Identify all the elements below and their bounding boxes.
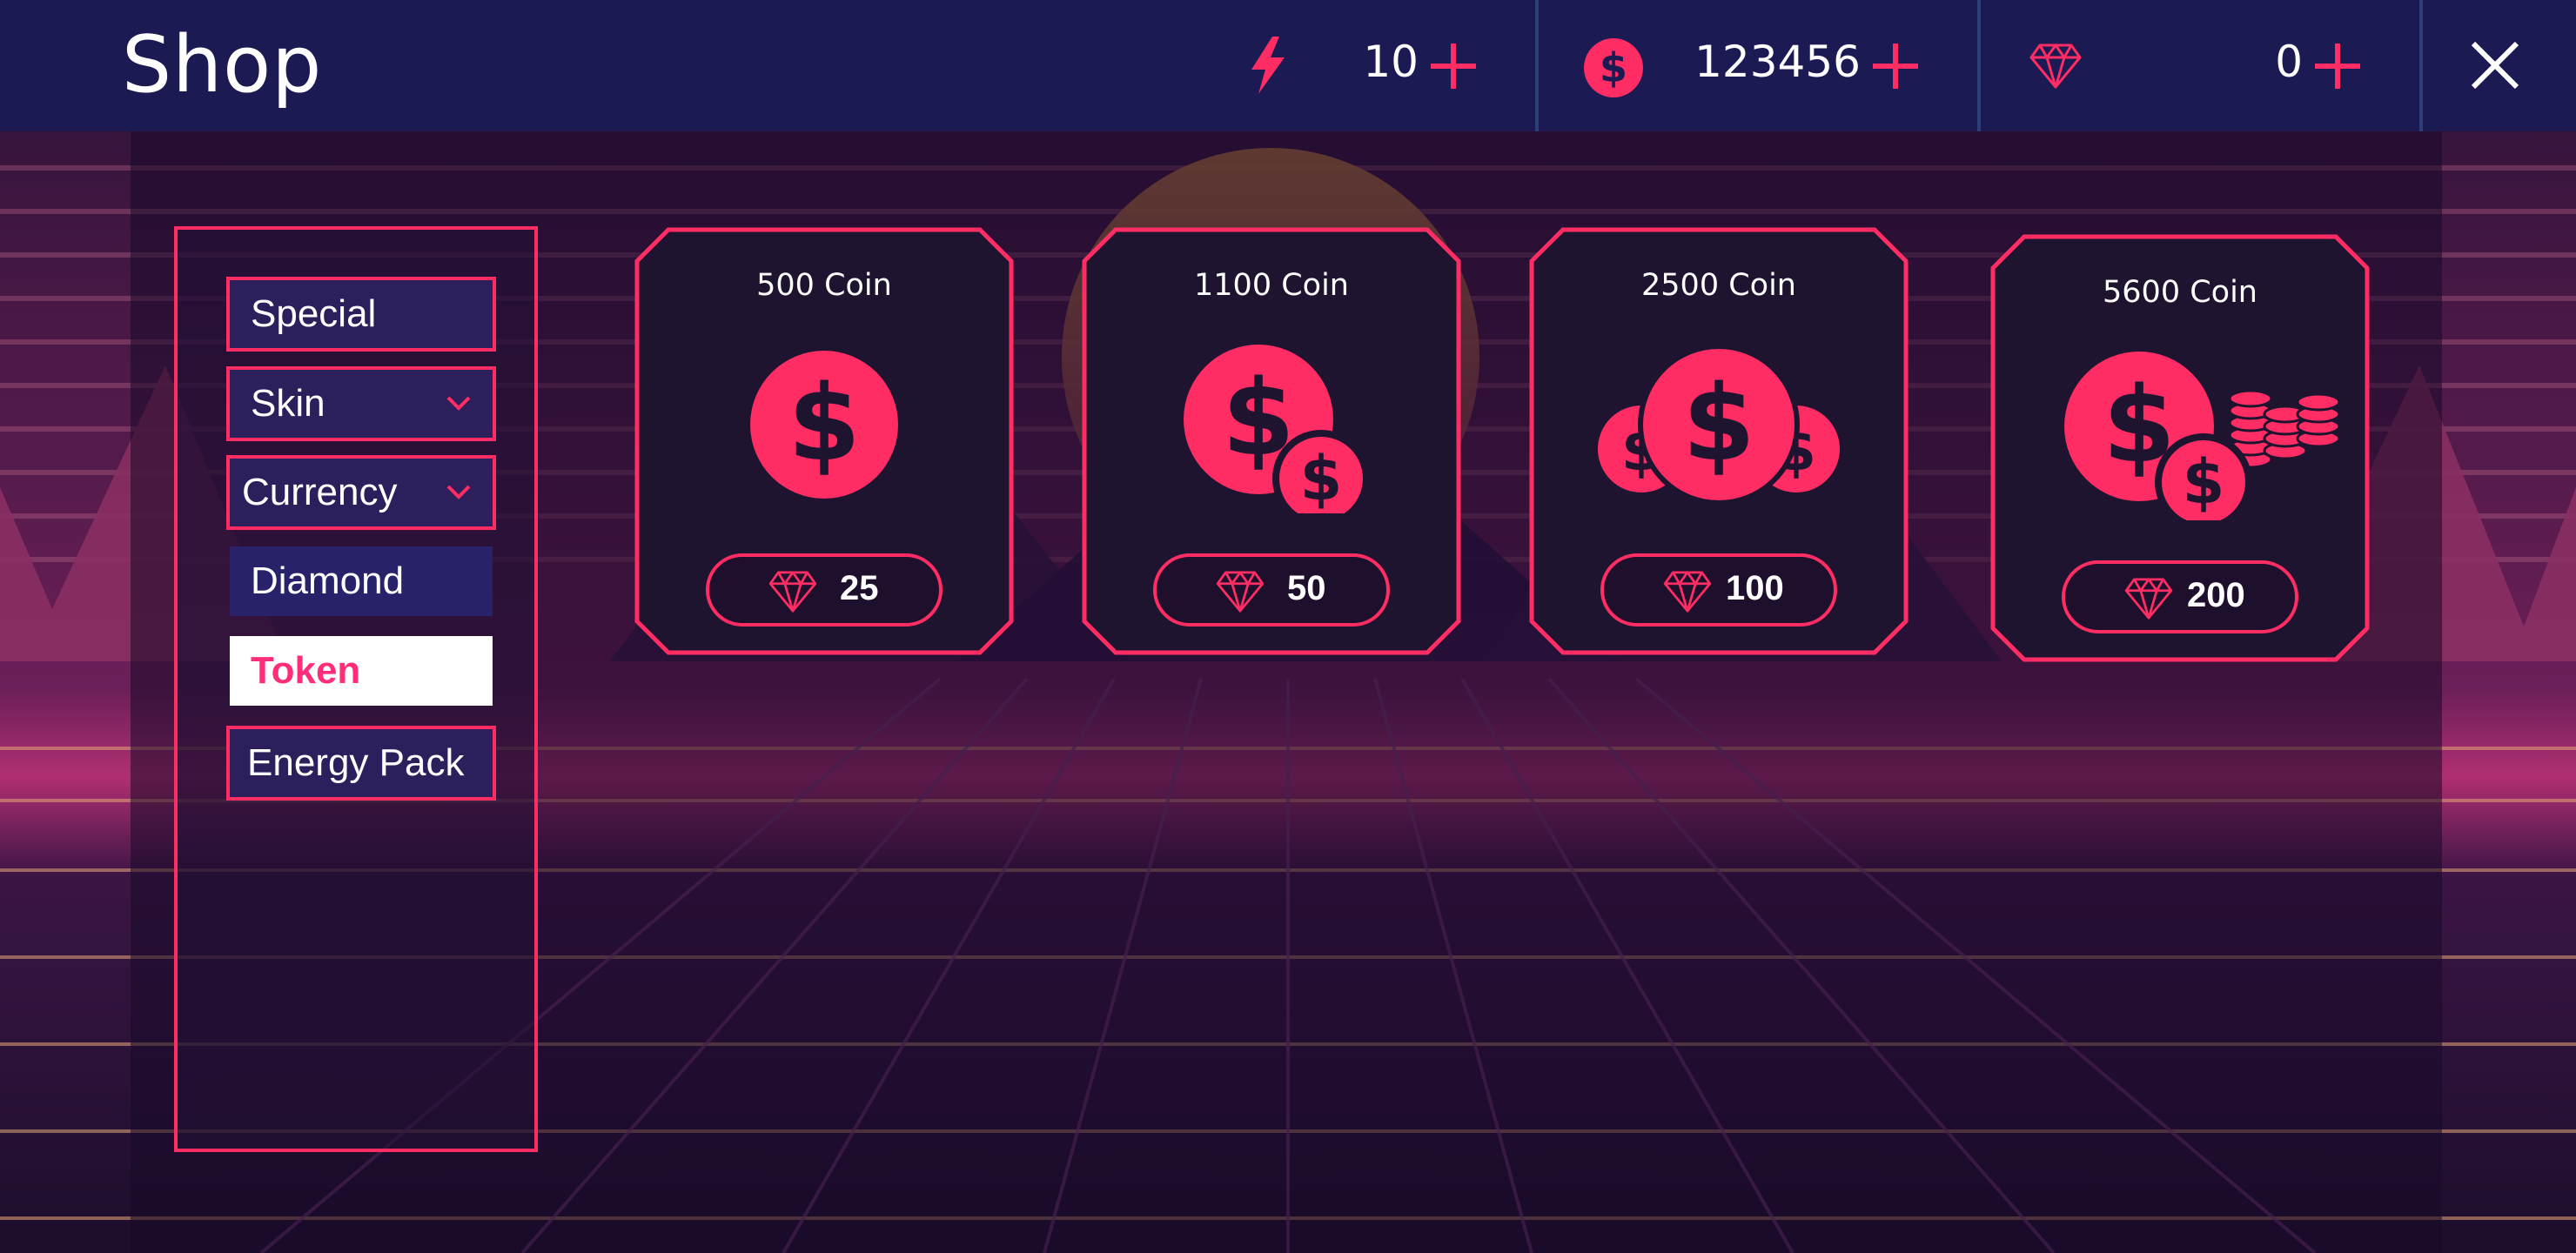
price-value: 50 — [1287, 569, 1326, 607]
price-button[interactable]: 100 — [1600, 553, 1837, 626]
product-card[interactable]: 5600 Coin $ $ 200 — [1989, 233, 2371, 663]
coin-icon: $ — [750, 351, 898, 499]
close-icon[interactable] — [2470, 40, 2520, 90]
subcategory-token[interactable]: Token — [230, 636, 493, 706]
energy-counter: 10 — [1236, 0, 1532, 131]
product-title: 5600 Coin — [2103, 275, 2257, 310]
diamond-icon — [1216, 571, 1265, 613]
price-value: 200 — [2187, 576, 2245, 614]
category-label: Special — [251, 292, 377, 335]
coins-counter: $ 123456 — [1539, 0, 1974, 131]
category-label: Token — [251, 649, 361, 692]
svg-text:$: $ — [2183, 446, 2225, 518]
category-label: Energy Pack — [247, 741, 465, 784]
diamond-icon — [2124, 578, 2173, 620]
add-coins-button[interactable] — [1871, 42, 1920, 90]
three-coins-icon: $ $ $ — [1598, 344, 1840, 506]
page-title: Shop — [122, 19, 323, 111]
add-diamonds-button[interactable] — [2313, 42, 2362, 90]
chevron-down-icon — [446, 396, 471, 411]
category-sidebar: Special Skin Currency Diamond Token Ener… — [174, 226, 538, 1152]
top-bar: Shop 10 $ 123456 0 — [0, 0, 2576, 131]
diamond-icon — [2029, 44, 2082, 89]
diamond-icon — [1663, 571, 1712, 613]
product-title: 1100 Coin — [1194, 268, 1349, 303]
category-label: Diamond — [251, 559, 405, 602]
energy-value: 10 — [1363, 37, 1419, 87]
product-title: 2500 Coin — [1641, 268, 1796, 303]
diamond-icon — [768, 571, 817, 613]
category-label: Currency — [242, 471, 398, 513]
price-value: 100 — [1726, 569, 1784, 607]
add-energy-button[interactable] — [1429, 42, 1478, 90]
product-card[interactable]: 2500 Coin $ $ $ 100 — [1528, 226, 1909, 656]
svg-text:$: $ — [1300, 443, 1343, 513]
diamonds-value: 0 — [2275, 37, 2303, 87]
coins-value: 123456 — [1694, 37, 1861, 87]
product-card[interactable]: 500 Coin $ 25 — [634, 226, 1015, 656]
category-skin[interactable]: Skin — [226, 366, 496, 441]
product-title: 500 Coin — [756, 268, 892, 303]
product-card[interactable]: 1100 Coin $ $ 50 — [1081, 226, 1462, 656]
svg-text:$: $ — [1682, 364, 1755, 485]
price-button[interactable]: 25 — [706, 553, 943, 626]
lightning-icon — [1251, 37, 1285, 94]
coin-icon: $ — [1584, 38, 1643, 97]
two-coins-icon: $ $ — [1184, 345, 1370, 513]
topbar-divider — [2419, 0, 2423, 131]
category-currency[interactable]: Currency — [226, 455, 496, 530]
category-label: Skin — [251, 382, 325, 425]
category-energy-pack[interactable]: Energy Pack — [226, 726, 496, 801]
svg-text:$: $ — [788, 364, 861, 485]
chevron-down-icon — [446, 485, 471, 499]
price-value: 25 — [840, 569, 879, 607]
subcategory-diamond[interactable]: Diamond — [230, 546, 493, 616]
price-button[interactable]: 50 — [1153, 553, 1390, 626]
coin-pile-icon: $ $ — [2064, 352, 2341, 520]
price-button[interactable]: 200 — [2062, 560, 2298, 633]
svg-text:$: $ — [1600, 44, 1627, 91]
category-special[interactable]: Special — [226, 277, 496, 352]
diamonds-counter: 0 — [1981, 0, 2416, 131]
